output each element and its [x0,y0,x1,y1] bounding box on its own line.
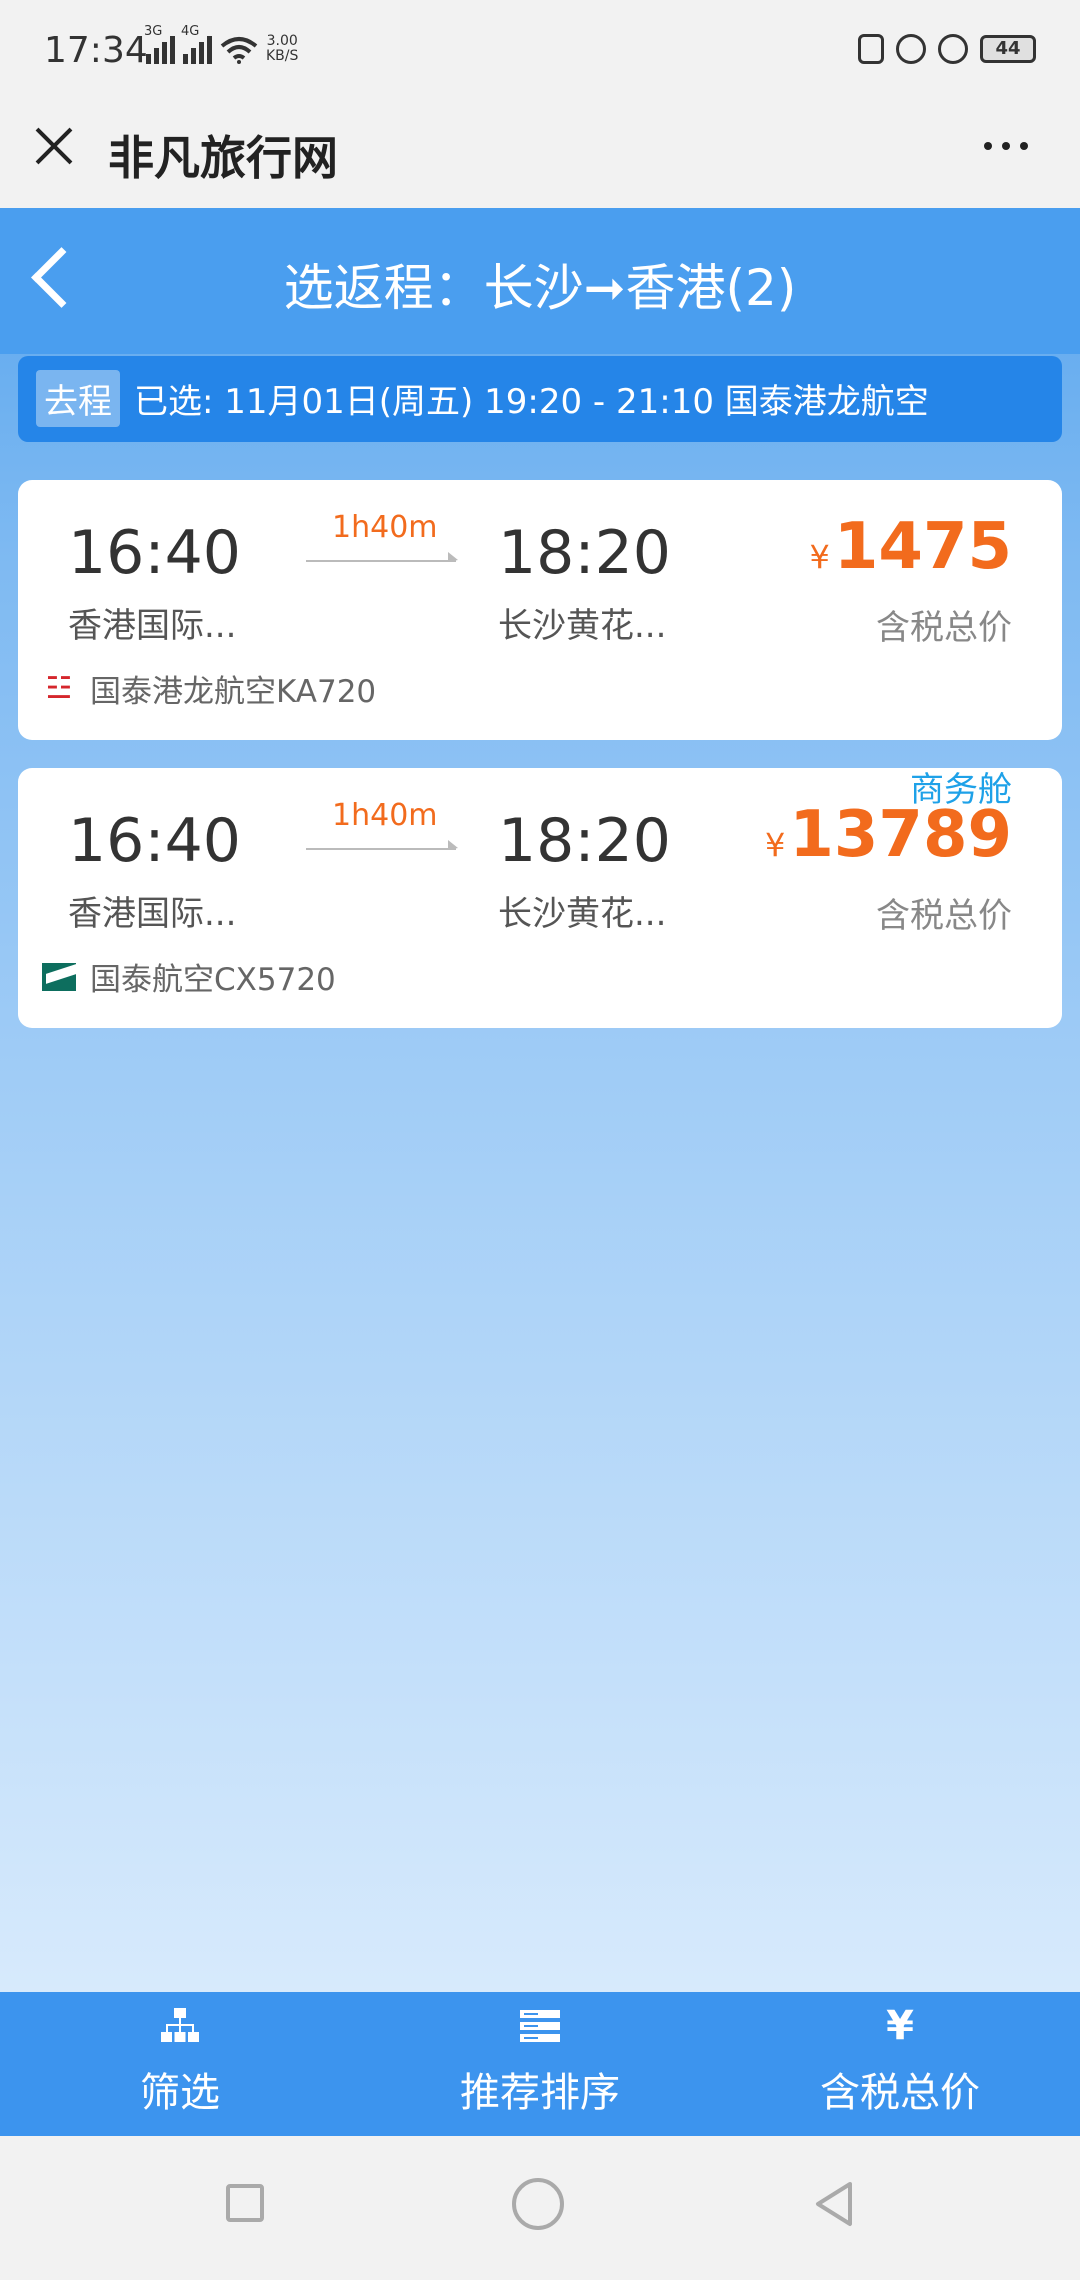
selected-outbound-bar[interactable]: 去程 已选: 11月01日(周五) 19:20 - 21:10 国泰港龙航空 [18,356,1062,442]
airline-info: 国泰航空CX5720 [42,954,336,999]
network-3g-label: 3G [144,24,163,39]
arrival-airport: 长沙黄花... [498,894,667,934]
arrival-time: 18:20 [498,518,671,588]
signal-3g-icon: 3G [144,24,175,64]
network-4g-label: 4G [181,24,200,39]
departure-time: 16:40 [68,518,241,588]
currency-symbol: ¥ [809,538,830,576]
price-value: 13789 [789,798,1012,872]
speed-value: 3.00 [266,33,298,49]
price: ¥13789 [765,798,1012,872]
airline-name: 国泰港龙航空KA720 [90,674,377,710]
tab-filter[interactable]: 筛选 [0,1992,360,2136]
lock-icon [896,34,926,64]
status-icons: 44 [858,34,1036,64]
system-nav-bar [0,2136,1080,2280]
filter-icon [161,2008,199,2042]
price-note: 含税总价 [876,608,1012,648]
departure-airport: 香港国际... [68,894,237,934]
page-title: 选返程：长沙➞香港(2) [283,259,797,317]
outbound-tag: 去程 [36,370,120,427]
wifi-icon [220,37,258,64]
flight-duration: 1h40m [332,798,438,833]
back-triangle-icon[interactable] [808,2178,860,2230]
flight-duration: 1h40m [332,510,438,545]
price-note: 含税总价 [876,896,1012,936]
speed-unit: KB/S [266,48,299,64]
arrival-airport: 长沙黄花... [498,606,667,646]
departure-airport: 香港国际... [68,606,237,646]
price-value: 1475 [833,510,1012,584]
app-title: 非凡旅行网 [108,131,338,185]
close-icon[interactable] [34,126,74,166]
arrow-right-icon [306,840,458,850]
tab-total-price[interactable]: ¥ 含税总价 [720,1992,1080,2136]
tab-sort-label: 推荐排序 [460,2070,620,2116]
alarm-icon [938,34,968,64]
airline-info: ☳ 国泰港龙航空KA720 [42,666,377,711]
sort-icon [520,2010,560,2042]
tab-total-price-label: 含税总价 [820,2070,980,2116]
departure-time: 16:40 [68,806,241,876]
vibrate-icon [858,34,884,64]
currency-symbol: ¥ [764,826,786,864]
yen-icon: ¥ [886,2003,914,2049]
cathay-logo-icon [42,962,76,991]
selected-outbound-text: 已选: 11月01日(周五) 19:20 - 21:10 国泰港龙航空 [134,382,929,422]
bottom-toolbar: 筛选 推荐排序 ¥ 含税总价 [0,1992,1080,2136]
network-indicators: 3G 4G 3.00 KB/S [144,24,298,64]
flight-card[interactable]: 商务舱 16:40 1h40m 18:20 香港国际... 长沙黄花... ¥1… [18,768,1062,1028]
flight-card[interactable]: 16:40 1h40m 18:20 香港国际... 长沙黄花... ¥1475 … [18,480,1062,740]
battery-icon: 44 [980,35,1036,63]
arrival-time: 18:20 [498,806,671,876]
recent-apps-icon[interactable] [226,2184,264,2222]
dragon-logo-icon: ☳ [45,670,73,706]
tab-filter-label: 筛选 [140,2070,220,2116]
network-speed: 3.00 KB/S [266,34,298,64]
main-content: 选返程：长沙➞香港(2) 去程 已选: 11月01日(周五) 19:20 - 2… [0,208,1080,1992]
tab-sort[interactable]: 推荐排序 [360,1992,720,2136]
page-header: 选返程：长沙➞香港(2) [0,208,1080,354]
home-icon[interactable] [512,2178,564,2230]
status-bar: 17:34 3G 4G 3.00 KB/S 44 [0,0,1080,104]
airline-name: 国泰航空CX5720 [90,962,336,998]
status-time: 17:34 [44,30,148,71]
price: ¥1475 [810,510,1012,584]
more-options-icon[interactable] [984,142,1028,150]
app-bar: 非凡旅行网 [0,104,1080,208]
arrow-right-icon [306,552,458,562]
signal-4g-icon: 4G [181,24,212,64]
